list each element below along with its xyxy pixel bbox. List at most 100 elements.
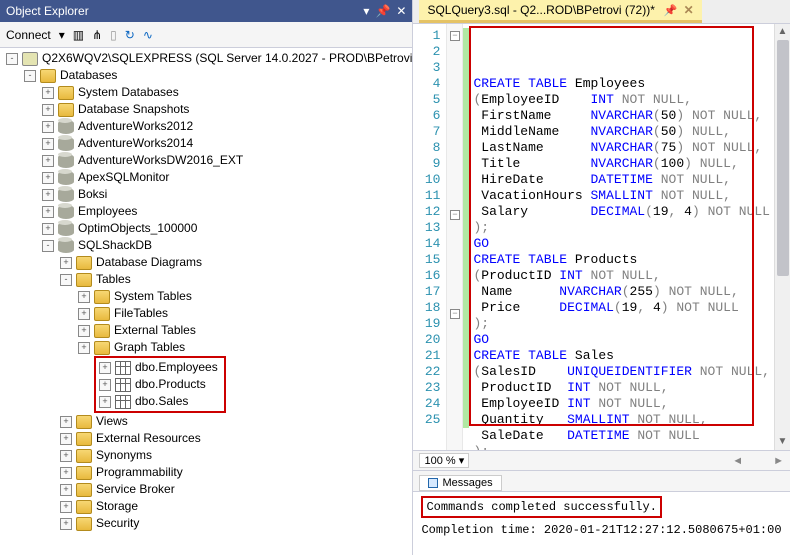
code-line[interactable]: VacationHours SMALLINT NOT NULL, xyxy=(473,188,770,204)
code-line[interactable]: (SalesID UNIQUEIDENTIFIER NOT NULL, xyxy=(473,364,770,380)
code-line[interactable]: Title NVARCHAR(100) NULL, xyxy=(473,156,770,172)
code-line[interactable]: Price DECIMAL(19, 4) NOT NULL xyxy=(473,300,770,316)
fold-gutter[interactable]: − − − xyxy=(447,24,463,450)
scroll-right-icon[interactable]: ► xyxy=(773,455,784,467)
user-table-node[interactable]: +dbo.Products xyxy=(97,376,223,393)
code-line[interactable]: GO xyxy=(473,332,770,348)
fold-icon[interactable]: − xyxy=(450,31,460,41)
database-node[interactable]: +Employees xyxy=(4,203,412,220)
dropdown-icon[interactable]: ▾ xyxy=(59,28,65,42)
folder-node[interactable]: +Graph Tables xyxy=(4,339,412,356)
code-line[interactable]: CREATE TABLE Products xyxy=(473,252,770,268)
scroll-track[interactable] xyxy=(775,40,790,434)
code-line[interactable]: LastName NVARCHAR(75) NOT NULL, xyxy=(473,140,770,156)
close-icon[interactable]: ✕ xyxy=(396,4,406,18)
fold-icon[interactable]: − xyxy=(450,309,460,319)
object-explorer-tree[interactable]: -Q2X6WQV2\SQLEXPRESS (SQL Server 14.0.20… xyxy=(0,48,412,555)
expand-icon[interactable]: + xyxy=(99,396,111,408)
close-icon[interactable]: ✕ xyxy=(684,3,694,17)
user-table-node[interactable]: +dbo.Sales xyxy=(97,393,223,410)
folder-node[interactable]: +Synonyms xyxy=(4,447,412,464)
expand-icon[interactable]: - xyxy=(6,53,18,65)
expand-icon[interactable]: + xyxy=(78,342,90,354)
code-line[interactable]: ProductID INT NOT NULL, xyxy=(473,380,770,396)
databases-node[interactable]: -Databases xyxy=(4,67,412,84)
expand-icon[interactable]: - xyxy=(60,274,72,286)
expand-icon[interactable]: + xyxy=(42,206,54,218)
fold-icon[interactable]: − xyxy=(450,210,460,220)
expand-icon[interactable]: + xyxy=(78,325,90,337)
expand-icon[interactable]: + xyxy=(60,484,72,496)
code-line[interactable]: CREATE TABLE Sales xyxy=(473,348,770,364)
expand-icon[interactable]: + xyxy=(60,467,72,479)
code-line[interactable]: MiddleName NVARCHAR(50) NULL, xyxy=(473,124,770,140)
expand-icon[interactable]: + xyxy=(60,416,72,428)
messages-pane[interactable]: Commands completed successfully. Complet… xyxy=(413,491,790,555)
expand-icon[interactable]: + xyxy=(42,138,54,150)
database-node[interactable]: +Boksi xyxy=(4,186,412,203)
scroll-thumb[interactable] xyxy=(777,40,789,276)
refresh-icon[interactable]: ↻ xyxy=(125,28,135,42)
code-line[interactable]: SaleDate DATETIME NOT NULL xyxy=(473,428,770,444)
expand-icon[interactable]: + xyxy=(42,172,54,184)
zoom-dropdown[interactable]: 100 % ▾ xyxy=(419,453,469,468)
expand-icon[interactable]: + xyxy=(60,501,72,513)
folder-node[interactable]: +Database Diagrams xyxy=(4,254,412,271)
node-type-icon[interactable]: ⋔ xyxy=(92,28,102,42)
expand-icon[interactable]: + xyxy=(42,87,54,99)
expand-icon[interactable]: + xyxy=(42,121,54,133)
folder-node[interactable]: +Database Snapshots xyxy=(4,101,412,118)
code-line[interactable]: ); xyxy=(473,220,770,236)
code-line[interactable]: FirstName NVARCHAR(50) NOT NULL, xyxy=(473,108,770,124)
folder-node[interactable]: +Storage xyxy=(4,498,412,515)
database-node[interactable]: +AdventureWorks2014 xyxy=(4,135,412,152)
expand-icon[interactable]: + xyxy=(60,257,72,269)
expand-icon[interactable]: + xyxy=(99,362,111,374)
expand-icon[interactable]: + xyxy=(42,223,54,235)
pin-icon[interactable]: 📌 xyxy=(664,4,678,17)
expand-icon[interactable]: + xyxy=(60,518,72,530)
database-node[interactable]: +OptimObjects_100000 xyxy=(4,220,412,237)
expand-icon[interactable]: + xyxy=(42,189,54,201)
database-node[interactable]: +AdventureWorks2012 xyxy=(4,118,412,135)
expand-icon[interactable]: + xyxy=(78,291,90,303)
code-line[interactable]: ); xyxy=(473,316,770,332)
node-filter-icon[interactable]: ▥ xyxy=(73,28,84,42)
scroll-up-icon[interactable]: ▲ xyxy=(778,24,788,40)
folder-node[interactable]: +FileTables xyxy=(4,305,412,322)
code-line[interactable]: CREATE TABLE Employees xyxy=(473,76,770,92)
vertical-scrollbar[interactable]: ▲ ▼ xyxy=(774,24,790,450)
expand-icon[interactable]: + xyxy=(78,308,90,320)
expand-icon[interactable]: + xyxy=(99,379,111,391)
stop-icon[interactable]: ▯ xyxy=(110,28,117,42)
expand-icon[interactable]: + xyxy=(60,433,72,445)
code-line[interactable]: EmployeeID INT NOT NULL, xyxy=(473,396,770,412)
folder-node[interactable]: +System Databases xyxy=(4,84,412,101)
expand-icon[interactable]: + xyxy=(42,155,54,167)
code-line[interactable]: ); xyxy=(473,444,770,451)
scroll-left-icon[interactable]: ◄ xyxy=(732,455,743,467)
code-line[interactable]: Name NVARCHAR(255) NOT NULL, xyxy=(473,284,770,300)
expand-icon[interactable]: + xyxy=(60,450,72,462)
folder-node[interactable]: +External Tables xyxy=(4,322,412,339)
sql-editor[interactable]: 1234567891011121314151617181920212223242… xyxy=(413,24,790,451)
messages-tab[interactable]: Messages xyxy=(419,475,501,491)
folder-node[interactable]: +Security xyxy=(4,515,412,532)
folder-node[interactable]: +System Tables xyxy=(4,288,412,305)
folder-node[interactable]: +Views xyxy=(4,413,412,430)
folder-node[interactable]: +Service Broker xyxy=(4,481,412,498)
dropdown-icon[interactable]: ▾ xyxy=(363,4,369,18)
tables-node[interactable]: -Tables xyxy=(4,271,412,288)
code-line[interactable]: HireDate DATETIME NOT NULL, xyxy=(473,172,770,188)
expand-icon[interactable]: - xyxy=(24,70,36,82)
connect-button[interactable]: Connect xyxy=(6,28,51,42)
database-node[interactable]: +ApexSQLMonitor xyxy=(4,169,412,186)
document-tab[interactable]: SQLQuery3.sql - Q2...ROD\BPetrovi (72))*… xyxy=(419,0,701,23)
pin-icon[interactable]: 📌 xyxy=(375,4,390,18)
folder-node[interactable]: +Programmability xyxy=(4,464,412,481)
code-line[interactable]: (ProductID INT NOT NULL, xyxy=(473,268,770,284)
expand-icon[interactable]: + xyxy=(42,104,54,116)
code-area[interactable]: CREATE TABLE Employees(EmployeeID INT NO… xyxy=(469,24,774,450)
code-line[interactable]: GO xyxy=(473,236,770,252)
expand-icon[interactable]: - xyxy=(42,240,54,252)
